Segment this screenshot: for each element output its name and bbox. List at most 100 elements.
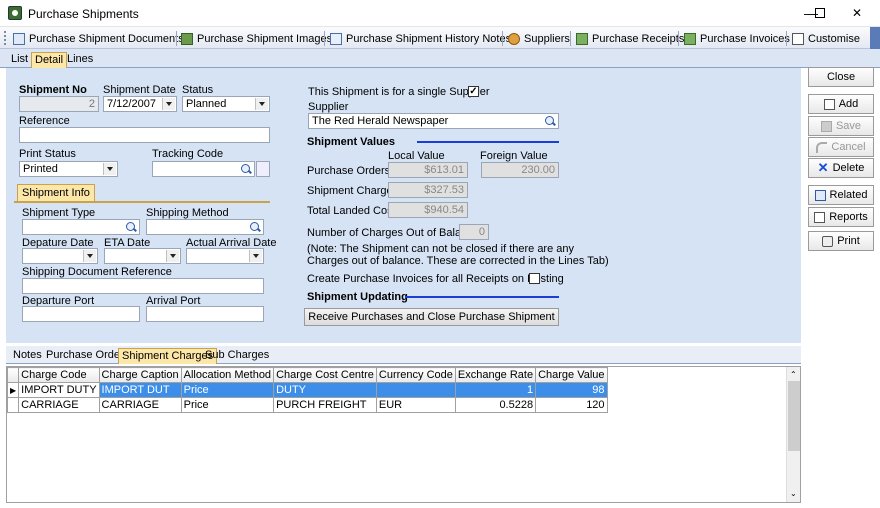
table-cell[interactable]: Price (180, 397, 275, 413)
table-cell[interactable]: CARRIAGE (18, 397, 100, 413)
column-header[interactable]: Currency Code (375, 367, 456, 383)
edit-icon[interactable] (256, 161, 270, 177)
tracking-code-field[interactable] (152, 161, 255, 177)
close-window-button[interactable]: ✕ (834, 0, 880, 27)
search-icon[interactable] (544, 115, 557, 127)
departure-port-field[interactable] (22, 306, 140, 322)
column-header[interactable]: Charge Cost Centre (273, 367, 377, 383)
table-cell[interactable] (375, 382, 456, 398)
shipping-doc-ref-field[interactable] (22, 278, 264, 294)
toolbar-suppliers-button[interactable]: Suppliers (508, 31, 570, 46)
related-button[interactable]: Related (808, 185, 874, 205)
tab-sub-charges[interactable]: Sub Charges (202, 348, 272, 364)
print-status-select[interactable]: Printed (19, 161, 118, 177)
tab-list[interactable]: List (8, 52, 31, 68)
delete-button[interactable]: ✕ Delete (808, 158, 874, 178)
toolbar-documents-button[interactable]: Purchase Shipment Documents (13, 31, 184, 46)
scroll-down-icon[interactable]: ⌄ (790, 489, 797, 498)
chevron-down-icon[interactable] (249, 250, 262, 262)
single-supplier-checkbox[interactable]: ✓ (468, 86, 479, 97)
create-invoices-checkbox[interactable] (529, 273, 540, 284)
shipment-type-field[interactable] (22, 219, 140, 235)
shipping-method-field[interactable] (146, 219, 264, 235)
save-button[interactable]: Save (808, 116, 874, 136)
table-cell[interactable]: CARRIAGE (98, 397, 182, 413)
column-header[interactable]: Charge Value (535, 367, 608, 383)
purchase-orders-foreign: 230.00 (481, 162, 559, 178)
shipment-no-field[interactable]: 2 (19, 96, 99, 112)
reports-button[interactable]: Reports (808, 207, 874, 227)
shipment-type-label: Shipment Type (22, 207, 96, 219)
arrival-port-field[interactable] (146, 306, 264, 322)
table-cell[interactable]: IMPORT DUT (98, 382, 182, 398)
tab-notes[interactable]: Notes (10, 348, 45, 364)
toolbar-customise-button[interactable]: Customise (792, 31, 860, 46)
charges-table: Charge Code Charge Caption Allocation Me… (6, 367, 608, 413)
toolbar-purchase-invoices-button[interactable]: Purchase Invoices (684, 31, 790, 46)
chevron-down-icon[interactable] (166, 250, 179, 262)
total-landed-local: $940.54 (388, 202, 468, 218)
toolbar-separator (570, 31, 571, 46)
search-icon[interactable] (240, 163, 253, 175)
table-cell[interactable]: IMPORT DUTY (18, 382, 100, 398)
table-cell[interactable]: PURCH FREIGHT (273, 397, 377, 413)
table-cell[interactable]: DUTY (273, 382, 377, 398)
actual-arrival-field[interactable] (186, 248, 264, 264)
column-header[interactable]: Allocation Method (180, 367, 275, 383)
eta-date-field[interactable] (104, 248, 181, 264)
chevron-down-icon[interactable] (162, 98, 175, 110)
shipping-method-label: Shipping Method (146, 207, 229, 219)
row-marker (6, 397, 20, 413)
minimize-button[interactable]: — (788, 0, 834, 27)
toolbar-separator (176, 31, 177, 46)
status-select[interactable]: Planned (182, 96, 270, 112)
scroll-up-icon[interactable]: ⌃ (790, 370, 797, 379)
grid-scrollbar[interactable]: ⌃ ⌄ (786, 367, 800, 502)
maximize-icon[interactable] (815, 8, 825, 18)
add-button[interactable]: Add (808, 94, 874, 114)
cancel-button[interactable]: Cancel (808, 137, 874, 157)
print-status-label: Print Status (19, 148, 76, 160)
chevron-down-icon[interactable] (255, 98, 268, 110)
status-label: Status (182, 84, 214, 96)
shipping-doc-ref-label: Shipping Document Reference (22, 266, 172, 278)
table-cell[interactable]: 98 (535, 382, 608, 398)
table-cell[interactable]: 1 (454, 382, 537, 398)
toolbar-overflow-button[interactable] (870, 27, 880, 49)
column-header[interactable]: Exchange Rate (454, 367, 537, 383)
table-row[interactable]: ▶ IMPORT DUTY IMPORT DUT Price DUTY 1 98 (6, 382, 608, 398)
table-cell[interactable]: 120 (535, 397, 608, 413)
search-icon[interactable] (125, 221, 138, 233)
chevron-down-icon[interactable] (83, 250, 96, 262)
toolbar-separator (786, 31, 787, 46)
table-cell[interactable]: Price (180, 382, 275, 398)
chevron-down-icon[interactable] (103, 163, 116, 175)
shipment-charges-label: Shipment Charges (307, 185, 399, 197)
departure-date-field[interactable] (22, 248, 98, 264)
tracking-code-label: Tracking Code (152, 148, 224, 160)
reference-field[interactable] (19, 127, 270, 143)
column-header[interactable]: Charge Caption (98, 367, 182, 383)
scroll-thumb[interactable] (788, 381, 800, 451)
notes-icon (330, 32, 342, 45)
tab-lines[interactable]: Lines (64, 52, 96, 68)
toolbar-grip[interactable] (4, 31, 6, 45)
toolbar: Purchase Shipment Documents Purchase Shi… (0, 27, 880, 49)
tab-detail[interactable]: Detail (31, 52, 68, 68)
toolbar-purchase-receipts-button[interactable]: Purchase Receipts (576, 31, 684, 46)
table-row[interactable]: CARRIAGE CARRIAGE Price PURCH FREIGHT EU… (6, 397, 608, 413)
column-header[interactable]: Charge Code (18, 367, 100, 383)
print-button[interactable]: Print (808, 231, 874, 251)
delete-x-icon: ✕ (817, 159, 829, 175)
supplier-field[interactable]: The Red Herald Newspaper (308, 113, 559, 129)
search-icon[interactable] (249, 221, 262, 233)
shipment-info-tab[interactable]: Shipment Info (17, 184, 95, 202)
toolbar-images-button[interactable]: Purchase Shipment Images (181, 31, 332, 46)
close-button[interactable]: Close (808, 67, 874, 87)
table-cell[interactable]: EUR (375, 397, 456, 413)
toolbar-history-notes-button[interactable]: Purchase Shipment History Notes (330, 31, 511, 46)
shipment-date-field[interactable]: 7/12/2007 (103, 96, 177, 112)
table-cell[interactable]: 0.5228 (454, 397, 537, 413)
create-invoices-label: Create Purchase Invoices for all Receipt… (307, 273, 564, 285)
receive-close-button[interactable]: Receive Purchases and Close Purchase Shi… (304, 308, 559, 326)
